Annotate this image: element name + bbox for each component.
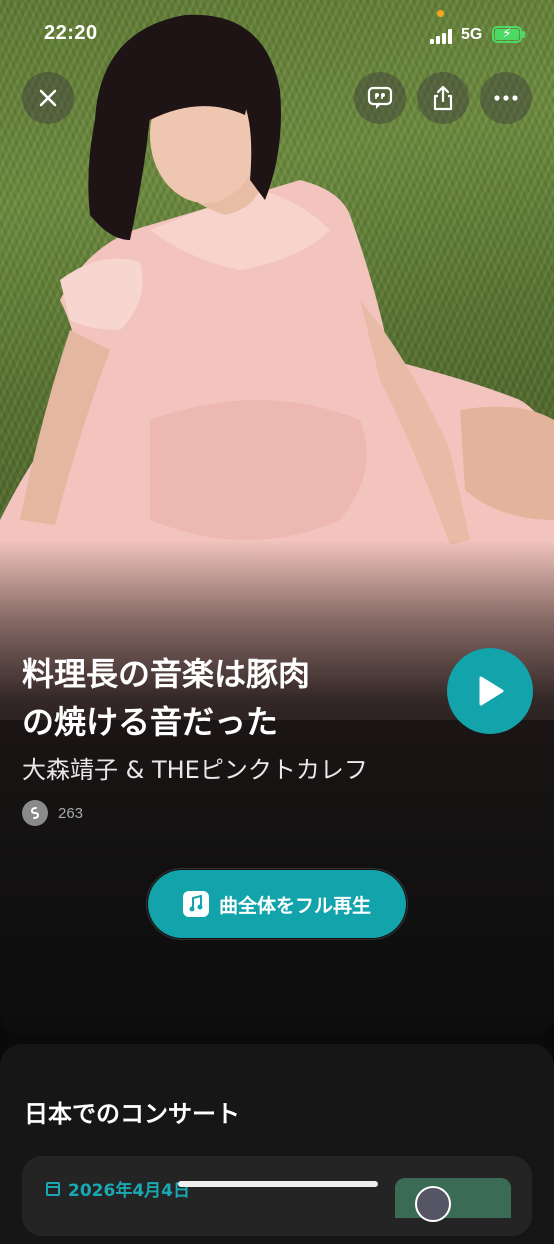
play-button[interactable] [447, 648, 533, 734]
close-button[interactable] [22, 72, 74, 124]
lyrics-button[interactable] [354, 72, 406, 124]
shazam-count-row: 263 [22, 800, 83, 826]
calendar-icon [46, 1181, 60, 1196]
shazam-count: 263 [58, 804, 84, 822]
track-title-line1: 料理長の音楽は豚肉 [22, 655, 311, 693]
network-type: 5G [461, 26, 483, 43]
shazam-icon [22, 800, 48, 826]
battery-icon: ⚡ [492, 26, 522, 43]
status-time: 22:20 [44, 22, 98, 44]
track-title-line2: の焼ける音だった [22, 703, 279, 741]
quote-bubble-icon [367, 86, 393, 109]
full-play-label: 曲全体をフル再生 [218, 894, 371, 917]
share-icon [433, 85, 453, 111]
venue-avatar [415, 1186, 451, 1222]
artist-name[interactable]: 大森靖子 & THEピンクトカレフ [22, 750, 368, 785]
venue-map-thumbnail [395, 1178, 511, 1218]
play-icon [479, 676, 504, 706]
concerts-title: 日本でのコンサート [24, 1100, 240, 1128]
full-play-button[interactable]: 曲全体をフル再生 [146, 868, 408, 940]
signal-icon [430, 28, 456, 44]
privacy-indicator [437, 10, 444, 17]
share-button[interactable] [417, 72, 469, 124]
concert-date: 2026年4月4日 [46, 1176, 190, 1201]
home-indicator[interactable] [178, 1181, 378, 1187]
music-note-icon [182, 891, 209, 917]
close-icon [39, 89, 57, 107]
track-title: 料理長の音楽は豚肉 の焼ける音だった [22, 650, 422, 746]
concert-date-text: 2026年4月4日 [68, 1181, 190, 1201]
ellipsis-icon [494, 95, 518, 101]
status-bar: 22:20 5G ⚡ [0, 0, 554, 70]
more-button[interactable] [480, 72, 532, 124]
